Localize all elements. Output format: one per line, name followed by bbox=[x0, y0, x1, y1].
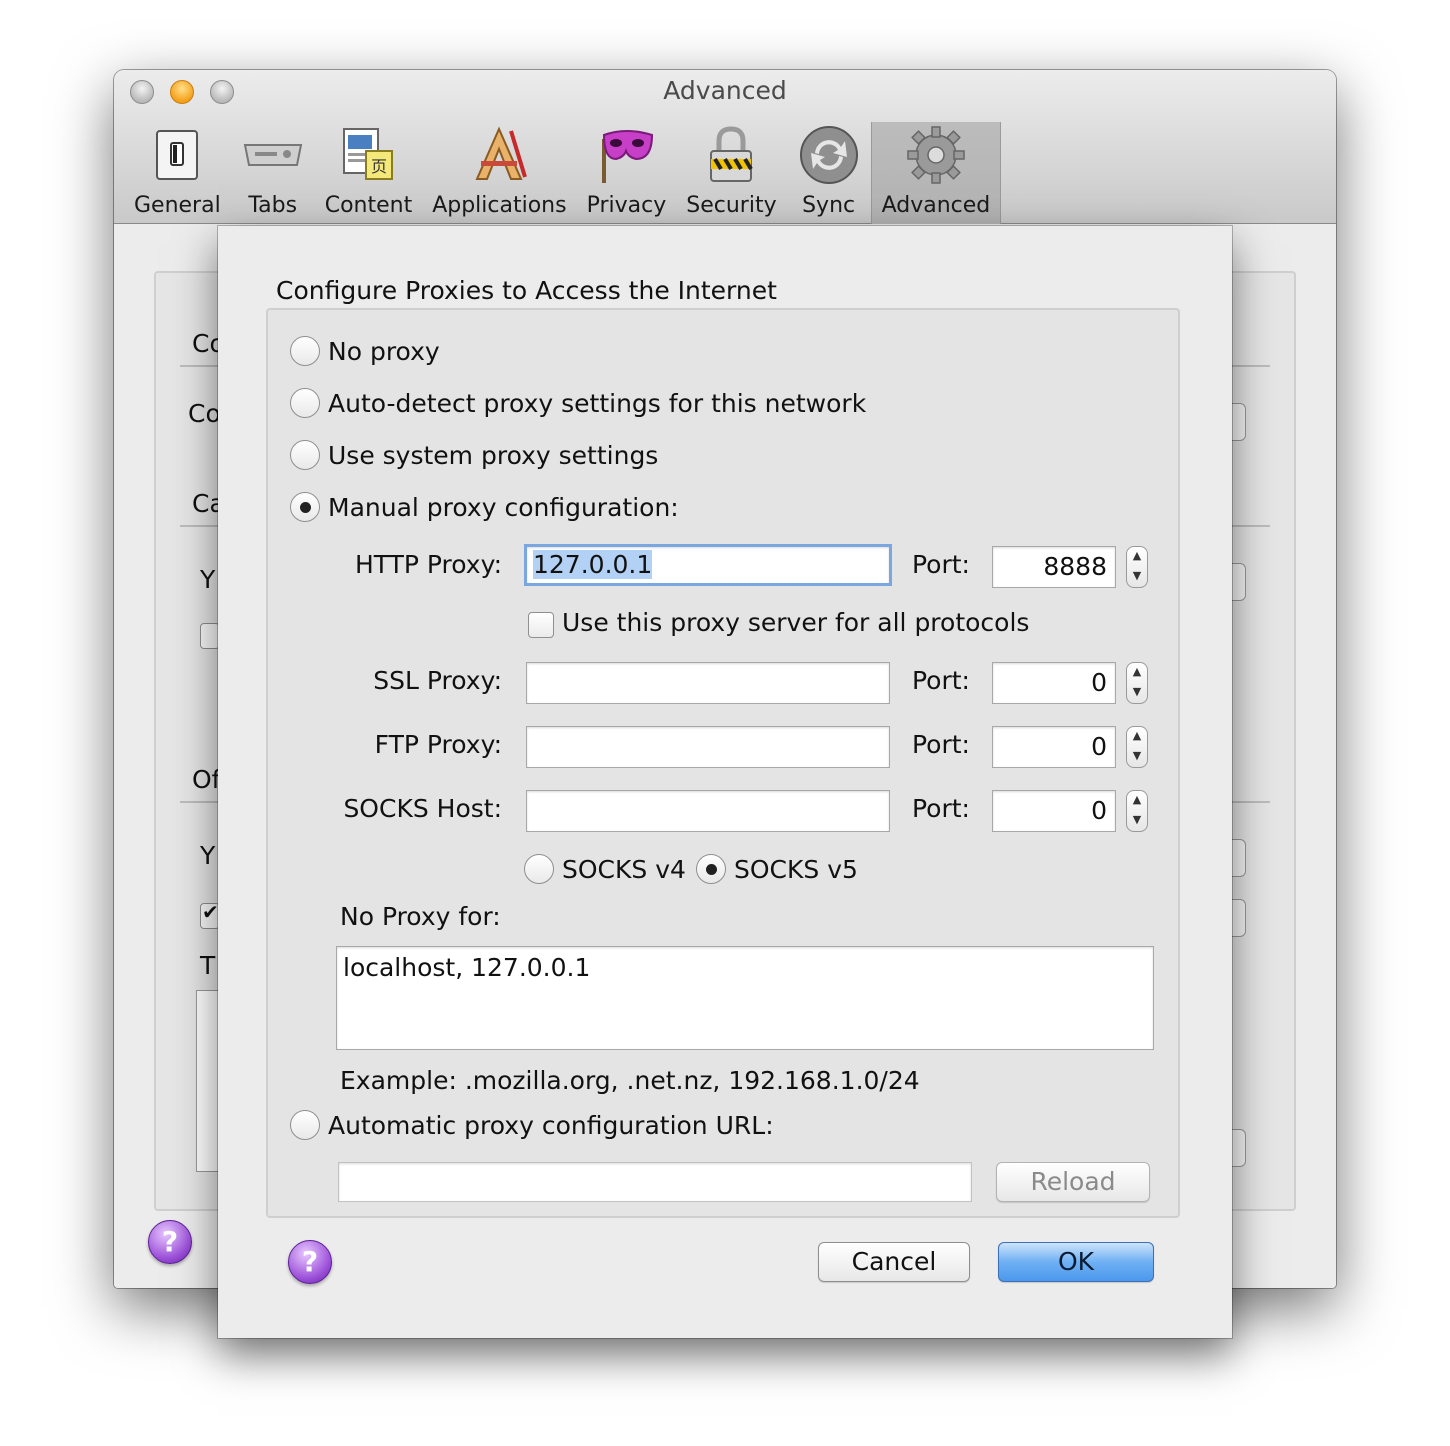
stepper-up-icon[interactable]: ▲ bbox=[1127, 791, 1147, 811]
option-manual-proxy[interactable]: Manual proxy configuration: bbox=[290, 492, 679, 522]
content-icon: 页 bbox=[343, 128, 394, 180]
sync-icon bbox=[799, 126, 858, 184]
socks-v5-option[interactable]: SOCKS v5 bbox=[696, 854, 858, 884]
ftp-port-label: Port: bbox=[912, 730, 970, 759]
option-auto-config-url[interactable]: Automatic proxy configuration URL: bbox=[290, 1110, 774, 1140]
tab-content[interactable]: 页 Content bbox=[315, 122, 423, 224]
socks-v4-radio[interactable] bbox=[524, 854, 554, 884]
socks-port-stepper[interactable]: ▲ ▼ bbox=[1126, 790, 1148, 832]
tab-tabs[interactable]: Tabs bbox=[231, 122, 315, 224]
tab-privacy[interactable]: Privacy bbox=[577, 122, 677, 224]
socks-port-input[interactable]: 0 bbox=[992, 790, 1116, 832]
stepper-up-icon[interactable]: ▲ bbox=[1127, 727, 1147, 747]
ok-button[interactable]: OK bbox=[998, 1242, 1154, 1282]
gear-icon bbox=[907, 126, 965, 184]
socks-v4-option[interactable]: SOCKS v4 bbox=[524, 854, 686, 884]
socks-host-label: SOCKS Host: bbox=[343, 794, 502, 823]
tab-label: Applications bbox=[432, 193, 567, 218]
ssl-proxy-label: SSL Proxy: bbox=[373, 666, 502, 695]
option-system-proxy[interactable]: Use system proxy settings bbox=[290, 440, 658, 470]
tab-security[interactable]: Security bbox=[676, 122, 786, 224]
lock-icon bbox=[710, 126, 754, 182]
auto-detect-radio[interactable] bbox=[290, 388, 320, 418]
share-proxy-label: Use this proxy server for all protocols bbox=[562, 608, 1030, 637]
sheet-heading: Configure Proxies to Access the Internet bbox=[276, 276, 777, 305]
stepper-down-icon[interactable]: ▼ bbox=[1127, 567, 1147, 587]
preferences-toolbar: General Tabs 页 Content Applications Priv… bbox=[124, 122, 1002, 224]
ftp-port-input[interactable]: 0 bbox=[992, 726, 1116, 768]
ftp-proxy-input[interactable] bbox=[526, 726, 890, 768]
ssl-port-input[interactable]: 0 bbox=[992, 662, 1116, 704]
bg-checkbox[interactable] bbox=[200, 623, 220, 649]
help-button[interactable]: ? bbox=[148, 1220, 192, 1264]
ftp-port-stepper[interactable]: ▲ ▼ bbox=[1126, 726, 1148, 768]
tab-label: Tabs bbox=[248, 193, 298, 218]
tab-sync[interactable]: Sync bbox=[787, 122, 871, 224]
bg-row-label: Y bbox=[200, 565, 216, 594]
reload-button[interactable]: Reload bbox=[996, 1162, 1150, 1202]
sheet-help-button[interactable]: ? bbox=[288, 1240, 332, 1284]
ssl-port-label: Port: bbox=[912, 666, 970, 695]
mask-icon bbox=[602, 130, 654, 183]
socks-v5-radio[interactable] bbox=[696, 854, 726, 884]
applications-icon bbox=[475, 126, 528, 180]
http-port-input[interactable]: 8888 bbox=[992, 546, 1116, 588]
option-label: SOCKS v4 bbox=[562, 854, 686, 884]
no-proxy-for-label: No Proxy for: bbox=[340, 902, 501, 931]
stepper-up-icon[interactable]: ▲ bbox=[1127, 663, 1147, 683]
stepper-down-icon[interactable]: ▼ bbox=[1127, 747, 1147, 767]
tab-label: Content bbox=[324, 193, 413, 218]
share-proxy-checkbox[interactable] bbox=[528, 612, 554, 638]
selected-text: 127.0.0.1 bbox=[533, 550, 653, 579]
socks-host-input[interactable] bbox=[526, 790, 890, 832]
bg-row-label: T bbox=[200, 951, 216, 980]
http-port-stepper[interactable]: ▲ ▼ bbox=[1126, 546, 1148, 588]
tabs-icon bbox=[243, 144, 302, 166]
option-label: Use system proxy settings bbox=[328, 440, 659, 470]
no-proxy-example: Example: .mozilla.org, .net.nz, 192.168.… bbox=[340, 1066, 920, 1095]
checkmark-icon: ✔ bbox=[202, 900, 219, 924]
bg-row-label: Co bbox=[188, 399, 221, 428]
tab-advanced[interactable]: Advanced bbox=[870, 122, 1002, 224]
stepper-up-icon[interactable]: ▲ bbox=[1127, 547, 1147, 567]
svg-text:页: 页 bbox=[371, 157, 387, 176]
manual-proxy-radio[interactable] bbox=[290, 492, 320, 522]
bg-row-label: Y bbox=[200, 841, 216, 870]
tab-applications[interactable]: Applications bbox=[422, 122, 576, 224]
ssl-port-stepper[interactable]: ▲ ▼ bbox=[1126, 662, 1148, 704]
option-label: SOCKS v5 bbox=[734, 854, 858, 884]
tab-label: Privacy bbox=[586, 193, 667, 218]
http-proxy-label: HTTP Proxy: bbox=[354, 550, 502, 579]
stepper-down-icon[interactable]: ▼ bbox=[1127, 811, 1147, 831]
tab-label: Sync bbox=[802, 193, 856, 218]
auto-config-url-input[interactable] bbox=[338, 1162, 972, 1202]
no-proxy-radio[interactable] bbox=[290, 336, 320, 366]
bg-checked-checkbox[interactable]: ✔ bbox=[200, 900, 220, 929]
option-label: No proxy bbox=[328, 336, 440, 366]
option-no-proxy[interactable]: No proxy bbox=[290, 336, 440, 366]
titlebar: Advanced General Tabs 页 Content Applicat… bbox=[114, 70, 1336, 224]
bg-section-label: Of bbox=[192, 765, 221, 794]
option-label: Auto-detect proxy settings for this netw… bbox=[328, 388, 867, 418]
ftp-proxy-label: FTP Proxy: bbox=[374, 730, 502, 759]
no-proxy-for-textarea[interactable]: localhost, 127.0.0.1 bbox=[336, 946, 1154, 1050]
tab-label: General bbox=[134, 193, 221, 218]
system-proxy-radio[interactable] bbox=[290, 440, 320, 470]
switch-icon bbox=[156, 130, 199, 180]
http-proxy-input[interactable]: 127.0.0.1 bbox=[524, 544, 892, 586]
cancel-button[interactable]: Cancel bbox=[818, 1242, 970, 1282]
connection-settings-sheet: Configure Proxies to Access the Internet… bbox=[218, 226, 1232, 1338]
option-auto-detect[interactable]: Auto-detect proxy settings for this netw… bbox=[290, 388, 866, 418]
option-label: Manual proxy configuration: bbox=[328, 492, 679, 522]
http-port-label: Port: bbox=[912, 550, 970, 579]
tab-general[interactable]: General bbox=[124, 122, 231, 224]
window-title: Advanced bbox=[663, 76, 787, 105]
socks-port-label: Port: bbox=[912, 794, 970, 823]
option-label: Automatic proxy configuration URL: bbox=[328, 1110, 774, 1140]
tab-label: Security bbox=[686, 193, 777, 218]
auto-config-url-radio[interactable] bbox=[290, 1110, 320, 1140]
ssl-proxy-input[interactable] bbox=[526, 662, 890, 704]
stepper-down-icon[interactable]: ▼ bbox=[1127, 683, 1147, 703]
tab-label: Advanced bbox=[881, 193, 991, 218]
